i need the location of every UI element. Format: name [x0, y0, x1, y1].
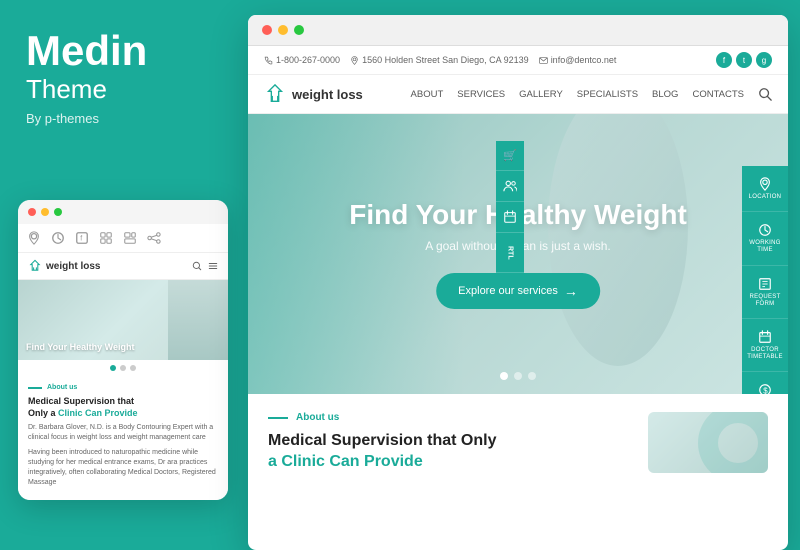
brand-subtitle: Theme [26, 74, 215, 105]
mobile-dot-2 [120, 365, 126, 371]
topbar-phone: 1-800-267-0000 [264, 55, 340, 65]
mobile-heading: Medical Supervision that Only a Clinic C… [28, 395, 218, 419]
pricing-icon: $ [757, 382, 773, 394]
mobile-facebook-icon: f [74, 230, 90, 246]
browser-chrome [248, 15, 788, 46]
mobile-hero-image [168, 280, 228, 360]
mobile-content: About us Medical Supervision that Only a… [18, 376, 228, 500]
browser-dot-green [294, 25, 304, 35]
hero-dot-2 [514, 372, 522, 380]
brand-author: By p-themes [26, 111, 215, 126]
site-topbar: 1-800-267-0000 1560 Holden Street San Di… [248, 46, 788, 75]
about-left: About us Medical Supervision that Only a… [268, 412, 628, 473]
calendar-icon [757, 329, 773, 345]
mobile-body-text-2: Having been introduced to naturopathic m… [28, 448, 218, 489]
mobile-hero: Find Your Healthy Weight [18, 280, 228, 360]
mobile-dot-red [28, 208, 36, 216]
social-icons: f t g [716, 52, 772, 68]
mobile-dot-1 [110, 365, 116, 371]
mobile-nav-bar: weight loss [18, 253, 228, 280]
mobile-nav-icons [192, 261, 218, 271]
site-nav: weight loss ABOUT SERVICES GALLERY SPECI… [248, 75, 788, 114]
brand-title: Medin [26, 30, 215, 72]
left-calendar-icon[interactable] [496, 202, 524, 233]
mobile-mockup: f weight loss Find Your He [18, 200, 228, 500]
topbar-address: 1560 Holden Street San Diego, CA 92139 [350, 55, 529, 65]
hero-dot-1 [500, 372, 508, 380]
nav-blog[interactable]: BLOG [652, 89, 678, 100]
nav-specialists[interactable]: SPECIALISTS [577, 89, 638, 100]
svg-text:f: f [80, 236, 82, 243]
browser-dot-yellow [278, 25, 288, 35]
about-label: About us [268, 412, 628, 423]
mobile-icons-bar: f [18, 224, 228, 253]
svg-text:$: $ [763, 387, 768, 394]
location-icon [757, 176, 773, 192]
side-pricing[interactable]: $ QUICK PRICING [742, 372, 788, 394]
about-label-text: About us [296, 412, 339, 423]
nav-about[interactable]: ABOUT [411, 89, 444, 100]
side-request-form[interactable]: REQUEST FORM [742, 266, 788, 319]
mobile-dot-3 [130, 365, 136, 371]
mobile-dot-yellow [41, 208, 49, 216]
side-toolbar: LOCATION WORKING TIME REQUEST FORM DOCTO… [742, 166, 788, 394]
side-working-time[interactable]: WORKING TIME [742, 212, 788, 265]
location-label: LOCATION [749, 194, 782, 201]
mobile-about-line [28, 387, 42, 389]
about-line [268, 417, 288, 419]
left-rtl-label[interactable]: RTL [496, 233, 524, 273]
working-time-label: WORKING TIME [746, 240, 784, 254]
form-icon [757, 276, 773, 292]
topbar-right: f t g [716, 52, 772, 68]
about-title: Medical Supervision that Only a Clinic C… [268, 431, 628, 473]
hero-dots [500, 372, 536, 380]
browser-window: 1-800-267-0000 1560 Holden Street San Di… [248, 15, 788, 550]
nav-gallery[interactable]: GALLERY [519, 89, 563, 100]
topbar-email: info@dentco.net [539, 55, 617, 65]
twitter-icon[interactable]: t [736, 52, 752, 68]
search-icon[interactable] [758, 87, 772, 101]
left-panel: Medin Theme By p-themes f [0, 0, 235, 550]
left-cart-icon[interactable]: 🛒 [496, 141, 524, 171]
mobile-share-icon [146, 230, 162, 246]
nav-services[interactable]: SERVICES [457, 89, 505, 100]
side-timetable[interactable]: DOCTOR TIMETABLE [742, 319, 788, 372]
request-form-label: REQUEST FORM [746, 294, 784, 308]
mobile-dot-green [54, 208, 62, 216]
mobile-location-icon [26, 230, 42, 246]
left-people-icon[interactable] [496, 171, 524, 202]
about-image [648, 412, 768, 473]
site-logo: weight loss [264, 83, 363, 105]
mobile-clock-icon [50, 230, 66, 246]
mobile-body-text-1: Dr. Barbara Glover, N.D. is a Body Conto… [28, 423, 218, 443]
facebook-icon[interactable]: f [716, 52, 732, 68]
side-location[interactable]: LOCATION [742, 166, 788, 212]
explore-services-button[interactable]: Explore our services → [436, 273, 600, 309]
gplus-icon[interactable]: g [756, 52, 772, 68]
mobile-dots [18, 360, 228, 376]
left-sidebar: 🛒 RTL [496, 141, 524, 273]
mobile-about-text: About us [47, 384, 77, 391]
logo-icon [264, 83, 286, 105]
hero-dot-3 [528, 372, 536, 380]
nav-links: ABOUT SERVICES GALLERY SPECIALISTS BLOG … [411, 87, 772, 101]
mobile-hero-text: Find Your Healthy Weight [26, 342, 135, 354]
browser-dot-red [262, 25, 272, 35]
mobile-bars-icon [122, 230, 138, 246]
clock-icon [757, 222, 773, 238]
mobile-chrome [18, 200, 228, 224]
mobile-grid-icon [98, 230, 114, 246]
topbar-left: 1-800-267-0000 1560 Holden Street San Di… [264, 55, 616, 65]
mobile-logo: weight loss [28, 259, 100, 273]
about-section: About us Medical Supervision that Only a… [248, 394, 788, 491]
mobile-about-label: About us [28, 384, 218, 391]
nav-contacts[interactable]: CONTACTS [692, 89, 744, 100]
arrow-icon: → [564, 283, 578, 299]
about-deco [698, 412, 768, 473]
timetable-label: DOCTOR TIMETABLE [746, 347, 784, 361]
